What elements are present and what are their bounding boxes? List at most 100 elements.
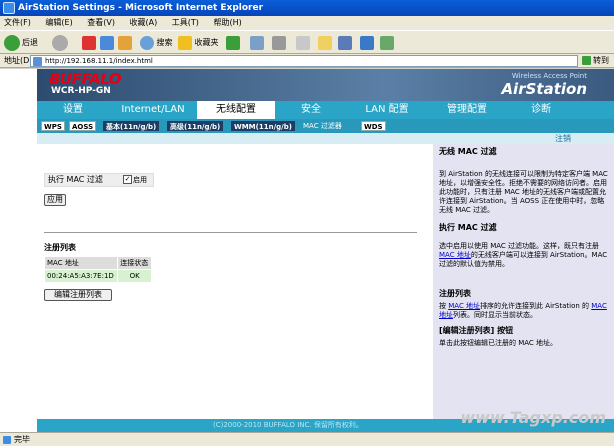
tab-diagnostics[interactable]: 诊断 (507, 101, 575, 119)
star-icon (178, 35, 192, 50)
search-button[interactable]: 搜索 (140, 34, 173, 52)
page-icon (33, 57, 42, 66)
forward-button[interactable] (52, 34, 70, 52)
forward-arrow-icon (52, 34, 68, 51)
model-name: WCR-HP-GN (51, 86, 111, 96)
back-button[interactable]: 后退 (4, 34, 38, 52)
address-bar: 地址(D) http://192.168.11.1/index.html 转到 (0, 54, 614, 68)
mac-filter-row: 执行 MAC 过滤 ✓ 启用 (44, 173, 154, 187)
mac-address-link-2[interactable]: MAC 地址 (448, 302, 480, 310)
extra-button[interactable] (380, 34, 394, 52)
enable-checkbox[interactable]: ✓ (123, 175, 132, 184)
menu-file[interactable]: 文件(F) (4, 18, 31, 27)
help-heading-edit: [编辑注册列表] 按钮 (439, 326, 514, 335)
window-title-bar: AirStation Settings - Microsoft Internet… (0, 0, 614, 16)
browser-toolbar: 后退 搜索 收藏夹 (0, 30, 614, 54)
menu-help[interactable]: 帮助(H) (213, 18, 241, 27)
reg-list-table: MAC 地址 连接状态 00:24:A5:A3:7E:1D OK (43, 256, 152, 283)
edit-icon (296, 35, 310, 50)
page-done-icon (3, 436, 11, 444)
search-icon (140, 35, 154, 50)
enable-label: 启用 (133, 176, 147, 184)
ie-icon (3, 2, 15, 14)
tab-wireless[interactable]: 无线配置 (197, 101, 275, 119)
refresh-button[interactable] (100, 34, 114, 52)
main-tabs: 设置 Internet/LAN 无线配置 安全 LAN 配置 管理配置 诊断 (37, 101, 614, 119)
settings-panel: 执行 MAC 过滤 ✓ 启用 应用 注册列表 MAC 地址 连接状态 00:24… (37, 144, 433, 419)
watermark: www.Tagxp.com (460, 408, 606, 427)
research-icon (338, 35, 352, 50)
window-title: AirStation Settings - Microsoft Internet… (18, 3, 264, 13)
help-filter-text: 选中启用以使用 MAC 过滤功能。这样，既只有注册 MAC 地址的无线客户端可以… (439, 242, 608, 268)
menu-favorites[interactable]: 收藏(A) (130, 18, 158, 27)
apply-button[interactable]: 应用 (44, 194, 66, 206)
subtab-wds[interactable]: WDS (361, 121, 386, 131)
col-status: 连接状态 (117, 256, 152, 270)
mail-icon (250, 35, 264, 50)
help-heading-filter: 执行 MAC 过滤 (439, 223, 497, 232)
tab-admin[interactable]: 管理配置 (427, 101, 507, 119)
help-edit-text: 单击此按钮编辑已注册的 MAC 地址。 (439, 339, 558, 347)
history-icon (226, 35, 240, 50)
history-button[interactable] (226, 34, 240, 52)
status-cell: OK (117, 269, 152, 283)
menu-tools[interactable]: 工具(T) (172, 18, 199, 27)
product-line: Wireless Access Point (511, 72, 587, 80)
print-icon (272, 35, 286, 50)
table-row: 00:24:A5:A3:7E:1D OK (43, 269, 152, 283)
logout-link[interactable]: 注销 (555, 133, 571, 144)
address-url: http://192.168.11.1/index.html (45, 57, 153, 65)
messenger-icon (360, 35, 374, 50)
folder-icon (318, 35, 332, 50)
tab-setup[interactable]: 设置 (37, 101, 109, 119)
address-input[interactable]: http://192.168.11.1/index.html (30, 55, 578, 67)
edit-list-button[interactable]: 编辑注册列表 (44, 289, 112, 301)
help-list-text: 按 MAC 地址排序的允许连接到此 AirStation 的 MAC 地址列表。… (439, 302, 607, 319)
stop-button[interactable] (82, 34, 96, 52)
menu-bar: 文件(F) 编辑(E) 查看(V) 收藏(A) 工具(T) 帮助(H) (0, 16, 614, 30)
status-bar: 完毕 (0, 432, 614, 446)
mail-button[interactable] (250, 34, 264, 52)
page-content: BUFFALO WCR-HP-GN Wireless Access Point … (0, 69, 614, 432)
subtab-mac-filter[interactable]: MAC 过滤器 (301, 121, 344, 131)
help-intro: 到 AirStation 的无线连接可以限制为特定客户端 MAC 地址，以增强安… (439, 170, 608, 214)
address-label: 地址(D) (4, 56, 33, 65)
menu-edit[interactable]: 编辑(E) (45, 18, 72, 27)
divider (44, 232, 417, 233)
research-button[interactable] (338, 34, 352, 52)
home-icon (118, 35, 132, 50)
mac-address-link[interactable]: MAC 地址 (439, 251, 471, 259)
subtab-basic[interactable]: 基本(11n/g/b) (103, 121, 160, 131)
discuss-button[interactable] (318, 34, 332, 52)
favorites-button[interactable]: 收藏夹 (178, 34, 219, 52)
subtab-wmm[interactable]: WMM(11n/g/b) (231, 121, 295, 131)
messenger-button[interactable] (360, 34, 374, 52)
col-mac: MAC 地址 (43, 256, 119, 270)
table-header-row: MAC 地址 连接状态 (43, 256, 152, 270)
sub-tabs: WPS AOSS 基本(11n/g/b) 高级(11n/g/b) WMM(11n… (37, 119, 614, 133)
network-icon (380, 35, 394, 50)
tab-security[interactable]: 安全 (275, 101, 347, 119)
subtab-aoss[interactable]: AOSS (69, 121, 97, 131)
tab-internet-lan[interactable]: Internet/LAN (109, 101, 197, 119)
print-button[interactable] (272, 34, 286, 52)
nav-strip: 注销 (37, 133, 614, 144)
tab-lan-config[interactable]: LAN 配置 (347, 101, 427, 119)
stop-icon (82, 35, 96, 50)
subtab-advanced[interactable]: 高级(11n/g/b) (167, 121, 224, 131)
help-heading-list: 注册列表 (439, 289, 471, 298)
airstation-brand: AirStation (501, 80, 587, 98)
help-title: 无线 MAC 过滤 (439, 147, 497, 156)
mac-filter-label: 执行 MAC 过滤 (48, 175, 103, 184)
menu-view[interactable]: 查看(V) (87, 18, 115, 27)
mac-cell: 00:24:A5:A3:7E:1D (43, 269, 119, 283)
go-button[interactable]: 转到 (582, 54, 609, 68)
home-button[interactable] (118, 34, 132, 52)
reg-list-heading: 注册列表 (44, 243, 76, 252)
edit-button[interactable] (296, 34, 310, 52)
refresh-icon (100, 35, 114, 50)
status-text: 完毕 (14, 435, 30, 444)
router-header: BUFFALO WCR-HP-GN Wireless Access Point … (37, 69, 614, 101)
back-arrow-icon (4, 34, 20, 51)
subtab-wps[interactable]: WPS (41, 121, 65, 131)
